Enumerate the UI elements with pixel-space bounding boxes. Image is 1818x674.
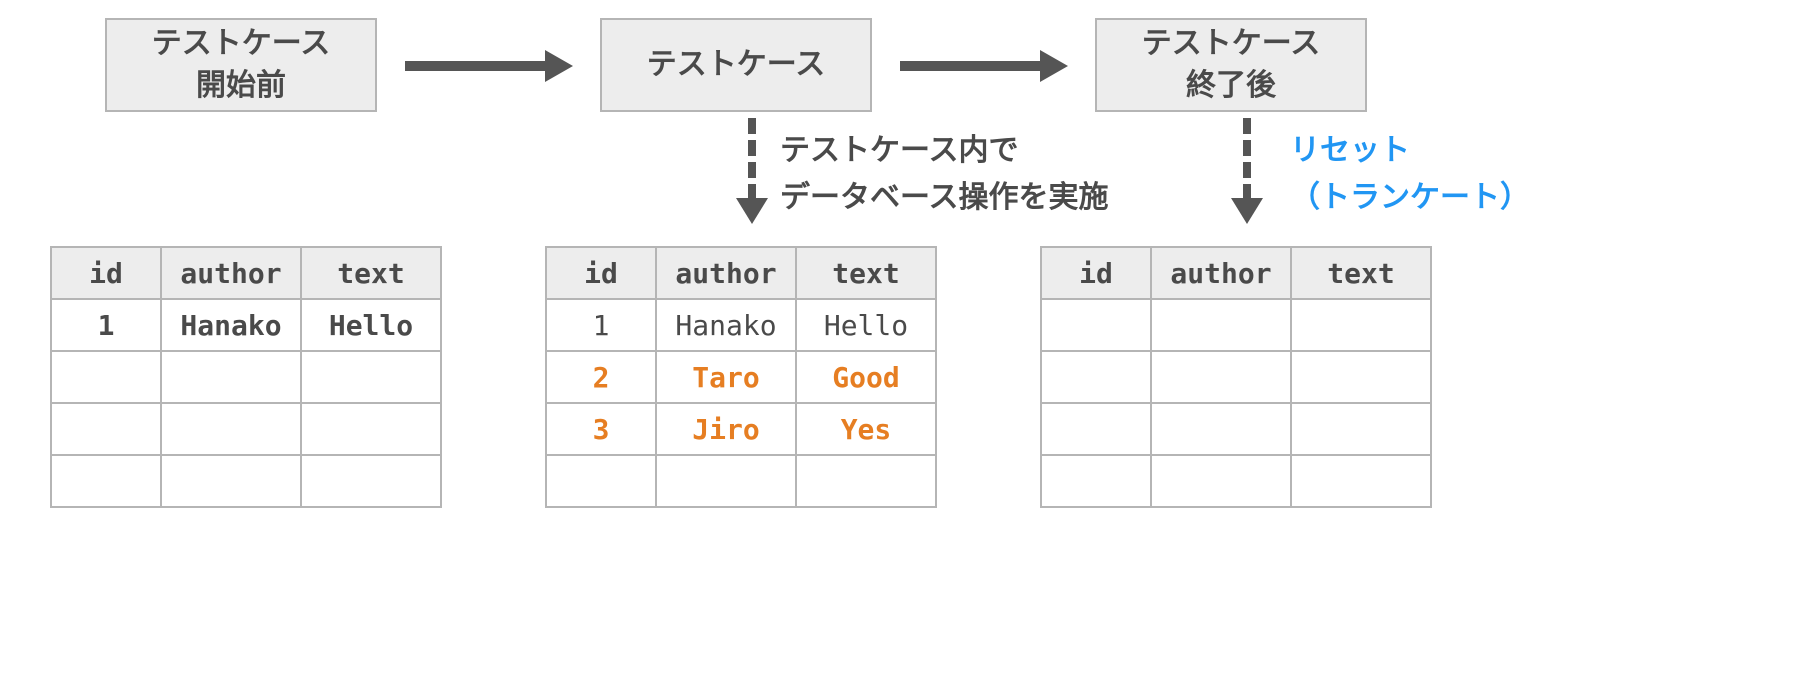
col-text: text: [301, 247, 441, 299]
cell-id: 1: [546, 299, 656, 351]
table-row: 1HanakoHello: [51, 299, 441, 351]
table-row: [1041, 403, 1431, 455]
cell-id: [1041, 403, 1151, 455]
arrow-after-down: [1231, 118, 1263, 224]
stage-before: テストケース 開始前: [105, 18, 377, 112]
table-row: [546, 455, 936, 507]
stage-before-line2: 開始前: [196, 65, 286, 107]
cell-text: [1291, 455, 1431, 507]
cell-id: [1041, 455, 1151, 507]
cell-text: Yes: [796, 403, 936, 455]
annotation-right: リセット （トランケート）: [1290, 128, 1530, 221]
cell-author: [656, 455, 796, 507]
cell-text: [301, 403, 441, 455]
col-id: id: [51, 247, 161, 299]
annotation-right-line2: （トランケート）: [1290, 175, 1530, 222]
col-id: id: [1041, 247, 1151, 299]
table-row: [1041, 455, 1431, 507]
cell-author: [161, 455, 301, 507]
table-row: 3JiroYes: [546, 403, 936, 455]
cell-text: [1291, 351, 1431, 403]
cell-author: [161, 351, 301, 403]
cell-text: Hello: [796, 299, 936, 351]
arrow-during-to-after: [900, 50, 1068, 82]
cell-text: [796, 455, 936, 507]
annotation-middle-line1: テストケース内で: [780, 128, 1109, 175]
cell-author: Hanako: [656, 299, 796, 351]
cell-author: Taro: [656, 351, 796, 403]
cell-id: [51, 403, 161, 455]
stage-after-line2: 終了後: [1186, 65, 1276, 107]
col-id: id: [546, 247, 656, 299]
cell-id: 3: [546, 403, 656, 455]
cell-author: Jiro: [656, 403, 796, 455]
table-during: id author text 1HanakoHello2TaroGood3Jir…: [545, 246, 937, 508]
cell-text: [1291, 299, 1431, 351]
cell-id: [51, 455, 161, 507]
cell-author: Hanako: [161, 299, 301, 351]
cell-id: [51, 351, 161, 403]
table-header-row: id author text: [51, 247, 441, 299]
table-row: [51, 455, 441, 507]
cell-text: Good: [796, 351, 936, 403]
arrow-before-to-during: [405, 50, 573, 82]
table-before: id author text 1HanakoHello: [50, 246, 442, 508]
cell-text: Hello: [301, 299, 441, 351]
cell-text: [301, 351, 441, 403]
table-row: 2TaroGood: [546, 351, 936, 403]
cell-author: [1151, 403, 1291, 455]
cell-author: [1151, 351, 1291, 403]
cell-id: 1: [51, 299, 161, 351]
table-after: id author text: [1040, 246, 1432, 508]
table-header-row: id author text: [546, 247, 936, 299]
cell-id: [546, 455, 656, 507]
cell-author: [1151, 299, 1291, 351]
cell-text: [301, 455, 441, 507]
table-row: [1041, 299, 1431, 351]
col-author: author: [656, 247, 796, 299]
table-row: 1HanakoHello: [546, 299, 936, 351]
table-row: [51, 403, 441, 455]
cell-text: [1291, 403, 1431, 455]
annotation-middle-line2: データベース操作を実施: [780, 175, 1109, 222]
annotation-right-line1: リセット: [1290, 128, 1530, 175]
annotation-middle: テストケース内で データベース操作を実施: [780, 128, 1109, 221]
col-text: text: [796, 247, 936, 299]
cell-author: [161, 403, 301, 455]
cell-author: [1151, 455, 1291, 507]
col-text: text: [1291, 247, 1431, 299]
cell-id: [1041, 299, 1151, 351]
arrow-during-down: [736, 118, 768, 224]
stage-during: テストケース: [600, 18, 872, 112]
col-author: author: [1151, 247, 1291, 299]
stage-before-line1: テストケース: [152, 23, 331, 65]
stage-during-line1: テストケース: [647, 44, 826, 86]
col-author: author: [161, 247, 301, 299]
cell-id: 2: [546, 351, 656, 403]
stage-after: テストケース 終了後: [1095, 18, 1367, 112]
table-row: [1041, 351, 1431, 403]
cell-id: [1041, 351, 1151, 403]
table-row: [51, 351, 441, 403]
stage-after-line1: テストケース: [1142, 23, 1321, 65]
table-header-row: id author text: [1041, 247, 1431, 299]
